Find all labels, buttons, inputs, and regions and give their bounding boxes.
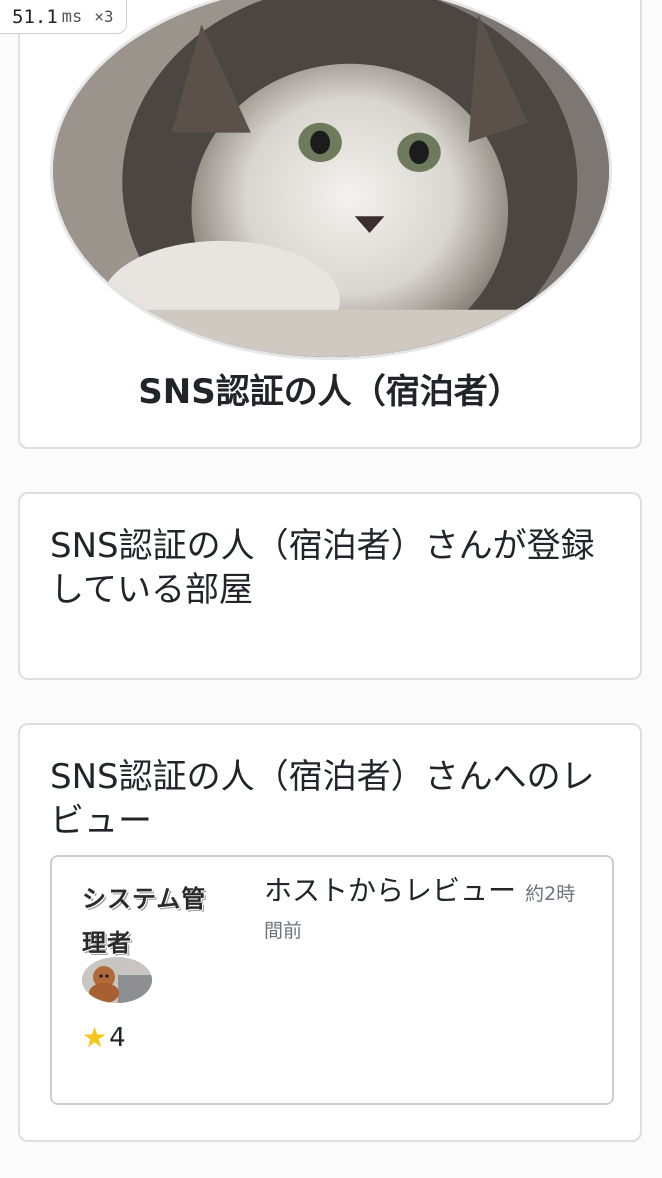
perf-multiplier: ×3: [94, 7, 114, 26]
profile-name: SNS認証の人（宿泊者）: [138, 372, 522, 412]
rooms-card: SNS認証の人（宿泊者）さんが登録している部屋: [18, 492, 642, 680]
performance-overlay: 51.1 ms ×3: [0, 0, 127, 34]
kitten-photo: [53, 0, 609, 357]
review-item[interactable]: システム管理者 ★ 4 ホストからレビュー 約2時間前: [50, 855, 614, 1105]
profile-avatar: [50, 0, 612, 360]
reviews-heading: SNS認証の人（宿泊者）さんへのレビュー: [50, 757, 595, 841]
dog-photo: [82, 957, 152, 1003]
review-content: ホストからレビュー 約2時間前: [264, 873, 588, 950]
reviewer-avatar[interactable]: [82, 957, 152, 1003]
user-profile-page: 51.1 ms ×3 SNS認証の人（宿泊者） SNS認証の人（宿泊者）さんが登…: [0, 0, 662, 1178]
reviewer-name[interactable]: システム管理者: [82, 877, 222, 965]
rooms-heading: SNS認証の人（宿泊者）さんが登録している部屋: [50, 526, 595, 610]
rating-value: 4: [109, 1023, 126, 1053]
perf-value: 51.1: [12, 5, 58, 28]
star-icon: ★: [82, 1021, 108, 1054]
profile-card: SNS認証の人（宿泊者）: [18, 0, 642, 449]
reviews-card: SNS認証の人（宿泊者）さんへのレビュー システム管理者 ★ 4 ホストからレビ…: [18, 723, 642, 1142]
perf-unit: ms: [61, 6, 83, 27]
review-rating: ★ 4: [82, 1023, 126, 1053]
review-title: ホストからレビュー: [264, 874, 517, 907]
